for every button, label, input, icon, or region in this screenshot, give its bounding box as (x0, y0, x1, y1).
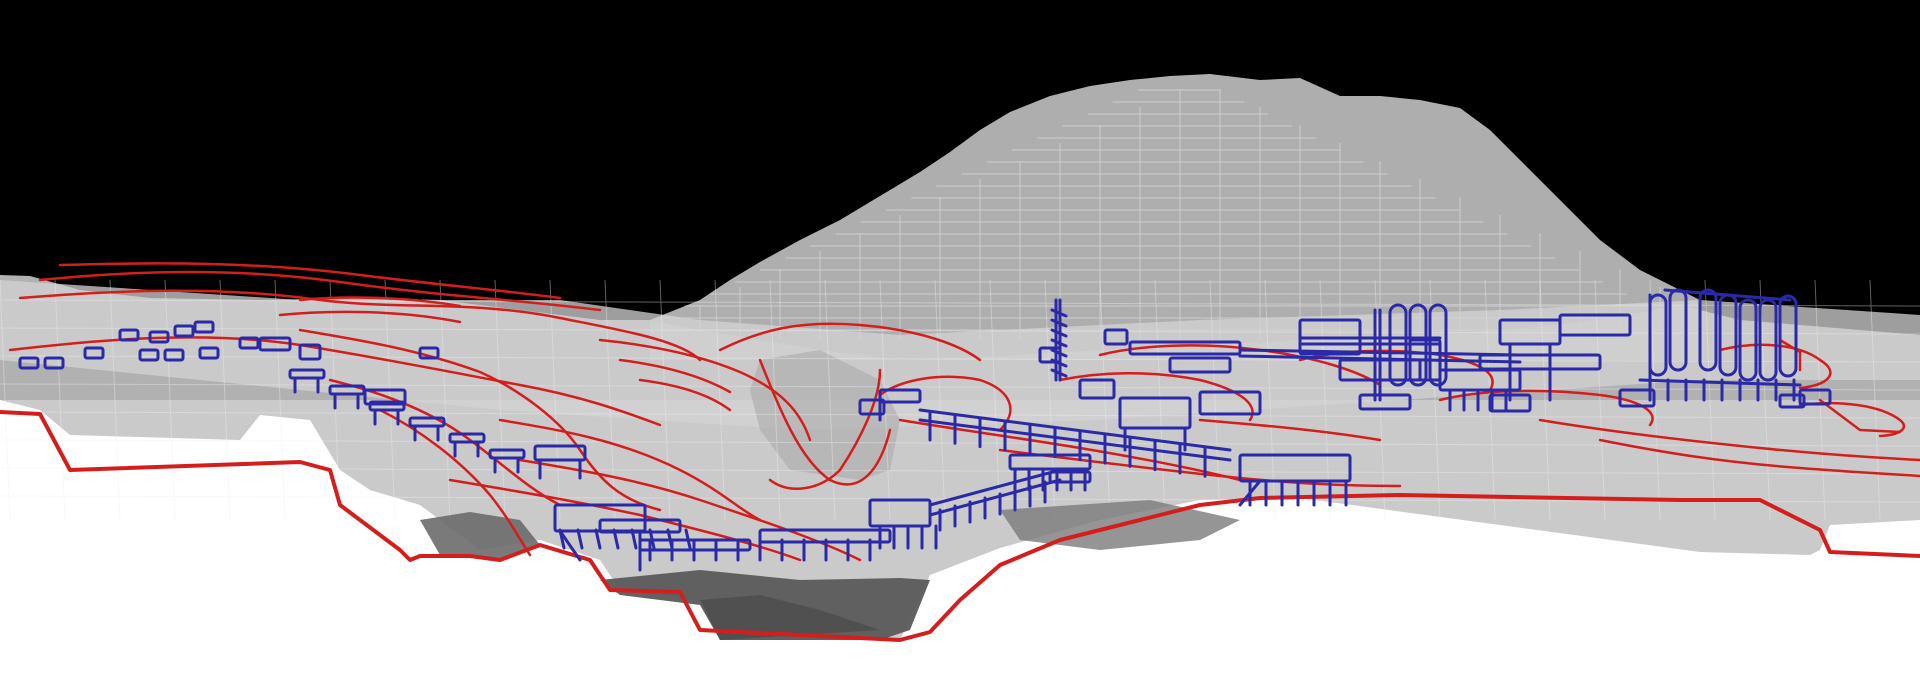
landscape-section-svg (0, 0, 1920, 674)
section-drawing (0, 0, 1920, 674)
